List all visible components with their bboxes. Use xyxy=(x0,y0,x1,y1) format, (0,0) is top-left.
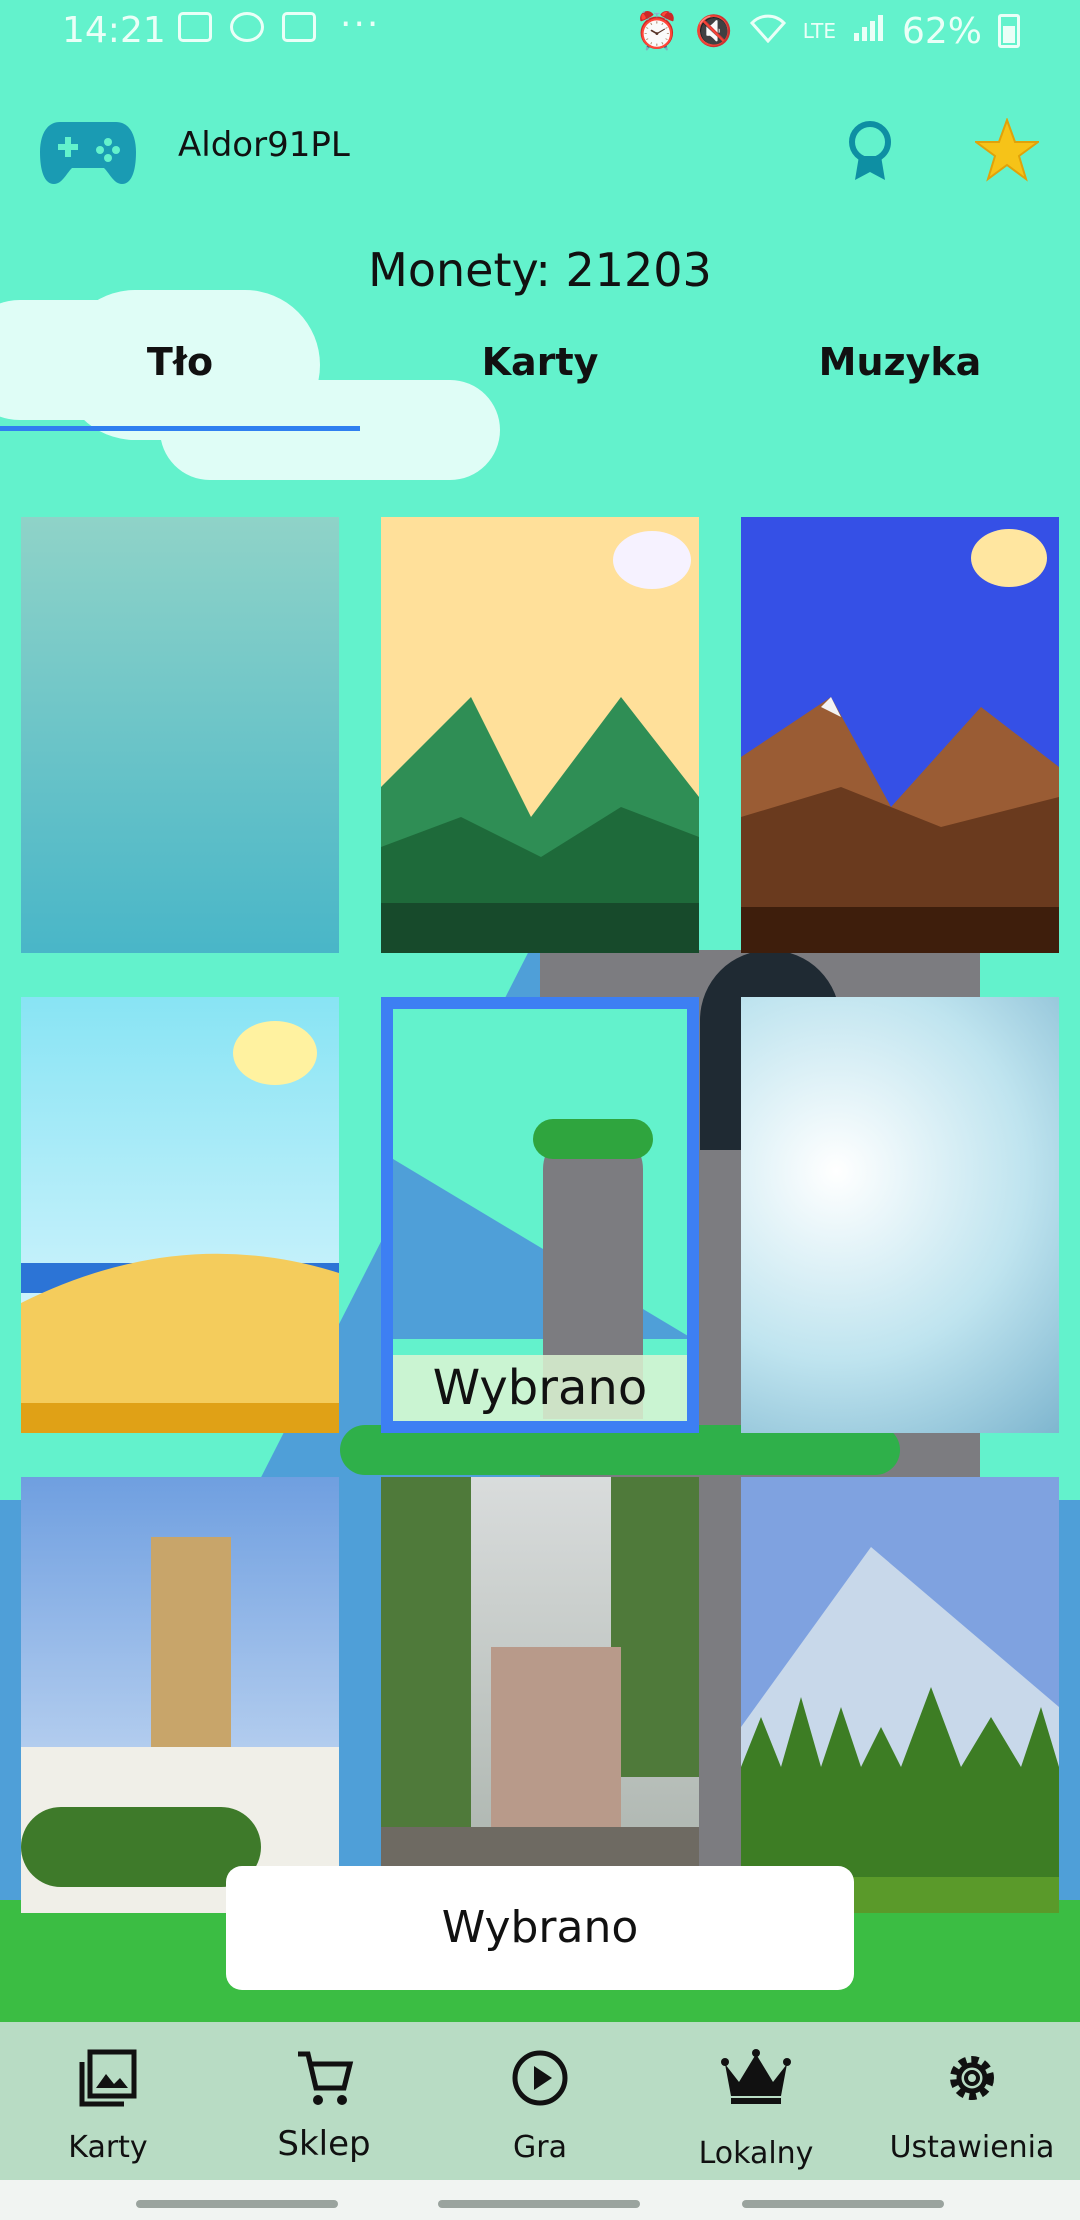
tile-teal-watercolor[interactable] xyxy=(21,517,339,953)
bottom-nav: Karty Sklep Gra Lokalny Ustawienia xyxy=(0,2022,1080,2180)
notification-icons xyxy=(178,12,316,42)
wifi-icon xyxy=(749,11,787,52)
status-bar: 14:21 ··· ⏰ 🔇 LTE 62% xyxy=(0,0,1080,64)
achievements-icon[interactable] xyxy=(845,120,895,182)
alarm-icon: ⏰ xyxy=(634,11,680,52)
tile-church-town[interactable] xyxy=(21,1477,339,1913)
tile-desert-dunes[interactable] xyxy=(21,997,339,1433)
tile-brown-mountains[interactable] xyxy=(741,517,1059,953)
signal-icon xyxy=(852,11,886,52)
more-notifications-icon: ··· xyxy=(340,4,381,45)
coins-counter: Monety: 21203 xyxy=(368,243,712,297)
tab-muzyka[interactable]: Muzyka xyxy=(720,340,1080,384)
gesture-handle-right[interactable] xyxy=(742,2200,944,2208)
mute-icon: 🔇 xyxy=(695,13,733,49)
nav-karty[interactable]: Karty xyxy=(0,2022,216,2180)
network-type: LTE xyxy=(802,19,836,43)
star-icon[interactable] xyxy=(972,117,1042,182)
nav-ustawienia-label: Ustawienia xyxy=(889,2130,1055,2165)
gesture-handle-left[interactable] xyxy=(136,2200,338,2208)
tab-karty[interactable]: Karty xyxy=(360,340,720,384)
gamepad-icon[interactable] xyxy=(40,118,136,188)
image-gallery-icon xyxy=(79,2049,137,2107)
shopping-cart-icon xyxy=(298,2051,354,2105)
username: Aldor91PL xyxy=(178,125,350,165)
crown-icon xyxy=(721,2049,791,2104)
tile-ruined-tower[interactable]: Wybrano xyxy=(381,997,699,1433)
tile-forest-mountain[interactable] xyxy=(741,1477,1059,1913)
select-button[interactable]: Wybrano xyxy=(226,1866,854,1990)
tile-green-mountains[interactable] xyxy=(381,517,699,953)
tile-clouds[interactable] xyxy=(741,997,1059,1433)
nav-lokalny[interactable]: Lokalny xyxy=(648,2022,864,2180)
tab-tlo[interactable]: Tło xyxy=(0,340,360,384)
app-notification-icon xyxy=(230,12,264,42)
nav-karty-label: Karty xyxy=(68,2130,148,2165)
tab-active-indicator xyxy=(0,426,360,431)
nav-ustawienia[interactable]: Ustawienia xyxy=(864,2022,1080,2180)
nav-lokalny-label: Lokalny xyxy=(698,2136,814,2171)
game-notification-icon xyxy=(282,12,316,42)
play-circle-icon xyxy=(512,2050,568,2106)
tile-selected-caption: Wybrano xyxy=(393,1355,687,1421)
status-right: ⏰ 🔇 LTE 62% xyxy=(635,10,1020,52)
gesture-handle-center[interactable] xyxy=(438,2200,640,2208)
battery-percent: 62% xyxy=(901,10,982,52)
tile-castle-bridge[interactable] xyxy=(381,1477,699,1913)
gallery-notification-icon xyxy=(178,12,212,42)
nav-sklep[interactable]: Sklep xyxy=(216,2022,432,2180)
nav-gra[interactable]: Gra xyxy=(432,2022,648,2180)
nav-gra-label: Gra xyxy=(513,2130,567,2165)
battery-icon xyxy=(998,14,1020,48)
gear-icon xyxy=(950,2056,994,2100)
nav-sklep-label: Sklep xyxy=(277,2124,371,2164)
status-time: 14:21 xyxy=(62,10,166,51)
